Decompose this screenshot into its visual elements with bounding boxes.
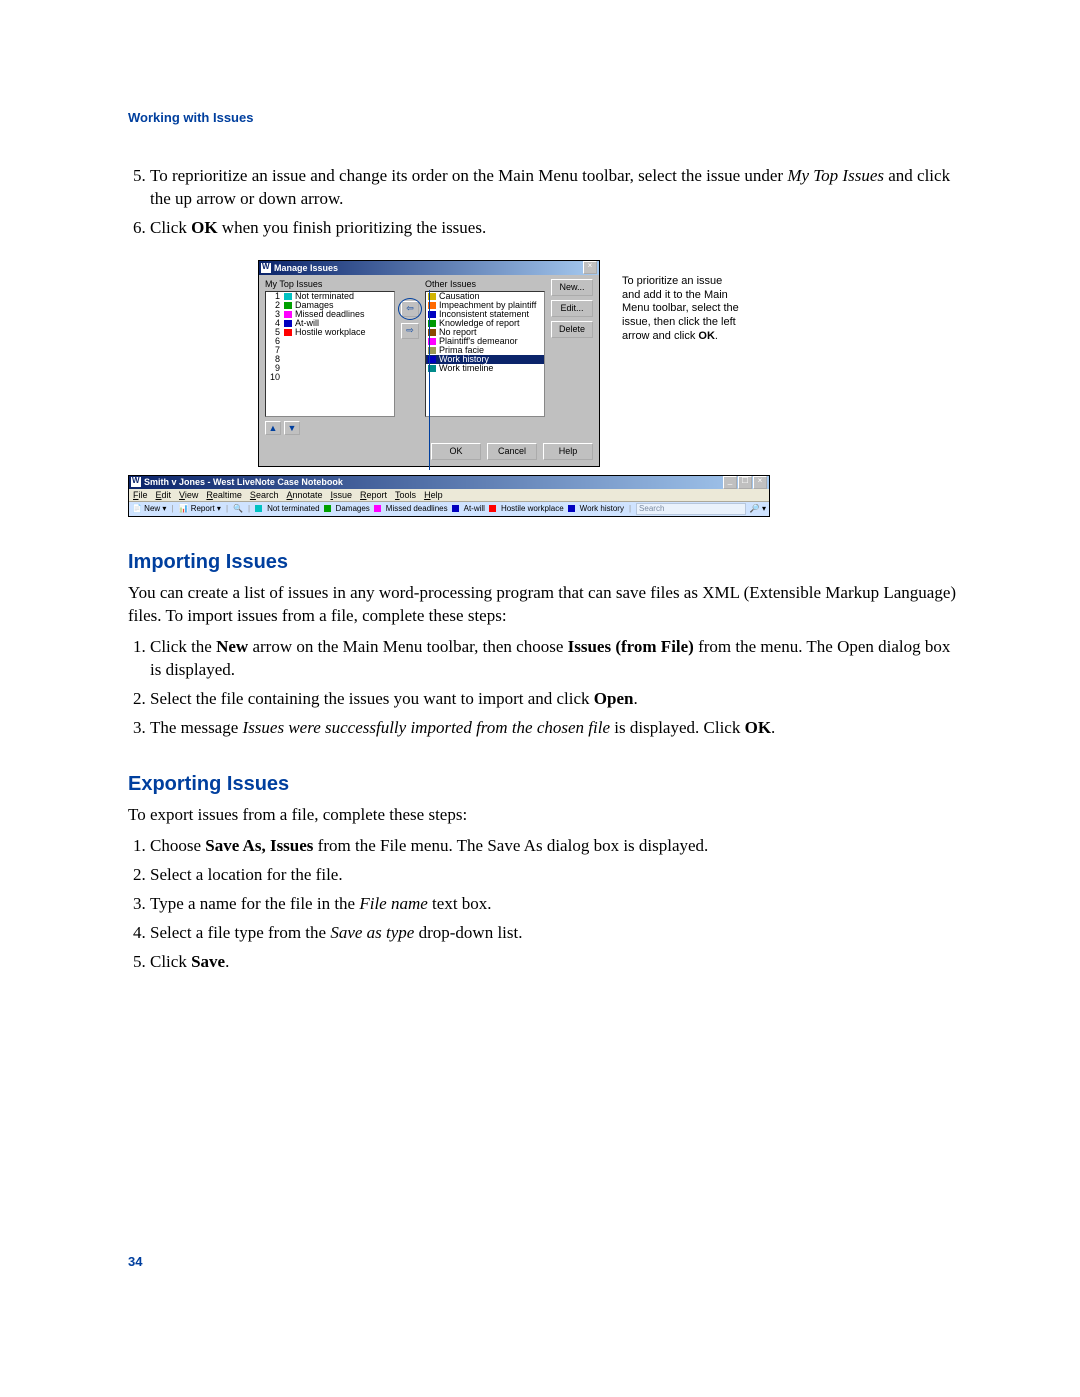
- menu-item[interactable]: Help: [424, 490, 443, 500]
- new-dropdown[interactable]: 📄 New ▾: [132, 504, 166, 513]
- menu-item[interactable]: File: [133, 490, 148, 500]
- steps-reprioritize: To reprioritize an issue and change its …: [128, 165, 960, 240]
- list-item[interactable]: Work timeline: [426, 364, 544, 373]
- step-item: Select a location for the file.: [150, 864, 960, 887]
- step-item: The message Issues were successfully imp…: [150, 717, 960, 740]
- section-header: Working with Issues: [128, 110, 960, 125]
- mainwin-titlebar[interactable]: Smith v Jones - West LiveNote Case Noteb…: [129, 476, 769, 489]
- list-item[interactable]: 6: [266, 337, 394, 346]
- report-dropdown[interactable]: 📊 Report ▾: [179, 504, 221, 513]
- issue-pill[interactable]: Not terminated: [255, 504, 319, 513]
- step-5: To reprioritize an issue and change its …: [150, 165, 960, 211]
- issue-pill[interactable]: Hostile workplace: [489, 504, 564, 513]
- exporting-intro: To export issues from a file, complete t…: [128, 804, 960, 827]
- mytop-listbox[interactable]: 1Not terminated2Damages3Missed deadlines…: [265, 291, 395, 417]
- dialog-titlebar[interactable]: Manage Issues ×: [259, 261, 599, 275]
- step-item: Click Save.: [150, 951, 960, 974]
- importing-steps: Click the New arrow on the Main Menu too…: [128, 636, 960, 740]
- list-item[interactable]: 5Hostile workplace: [266, 328, 394, 337]
- move-up-button[interactable]: ▲: [265, 421, 281, 435]
- main-toolbar[interactable]: 📄 New ▾|📊 Report ▾|🔍|Not terminatedDamag…: [129, 502, 769, 516]
- issue-pill[interactable]: At-will: [452, 504, 485, 513]
- list-item[interactable]: 7: [266, 346, 394, 355]
- callout-circle: ⇦: [399, 299, 421, 319]
- main-window: Smith v Jones - West LiveNote Case Noteb…: [128, 475, 770, 517]
- find-icon[interactable]: 🔍: [233, 504, 243, 513]
- list-item[interactable]: 9: [266, 364, 394, 373]
- figure-caption: To prioritize an issue and add it to the…: [622, 275, 742, 344]
- menu-item[interactable]: Annotate: [286, 490, 322, 500]
- app-icon: [261, 263, 271, 273]
- step-6: Click OK when you finish prioritizing th…: [150, 217, 960, 240]
- importing-heading: Importing Issues: [128, 551, 960, 574]
- mytop-label: My Top Issues: [265, 279, 395, 289]
- close-icon[interactable]: ×: [583, 261, 597, 274]
- other-listbox[interactable]: CausationImpeachment by plaintiffInconsi…: [425, 291, 545, 417]
- move-left-button[interactable]: ⇦: [401, 301, 419, 317]
- move-right-button[interactable]: ⇨: [401, 323, 419, 339]
- close-icon[interactable]: ×: [753, 476, 767, 489]
- menu-item[interactable]: View: [179, 490, 198, 500]
- mainwin-title: Smith v Jones - West LiveNote Case Noteb…: [144, 477, 722, 487]
- menu-item[interactable]: Realtime: [206, 490, 242, 500]
- step-item: Type a name for the file in the File nam…: [150, 893, 960, 916]
- dialog-title: Manage Issues: [274, 263, 582, 273]
- issue-pill[interactable]: Work history: [568, 504, 624, 513]
- menu-bar[interactable]: File Edit View Realtime Search Annotate Issue R…: [129, 489, 769, 502]
- edit-button[interactable]: Edit...: [551, 300, 593, 317]
- cancel-button[interactable]: Cancel: [487, 443, 537, 460]
- search-icon[interactable]: 🔎 ▾: [750, 504, 766, 513]
- menu-item[interactable]: Tools: [395, 490, 416, 500]
- callout-line: [429, 290, 430, 470]
- minimize-icon[interactable]: _: [723, 476, 737, 489]
- help-button[interactable]: Help: [543, 443, 593, 460]
- importing-intro: You can create a list of issues in any w…: [128, 582, 960, 628]
- page-number: 34: [128, 1254, 960, 1269]
- step-item: Click the New arrow on the Main Menu too…: [150, 636, 960, 682]
- step-item: Select the file containing the issues yo…: [150, 688, 960, 711]
- exporting-steps: Choose Save As, Issues from the File men…: [128, 835, 960, 974]
- other-label: Other Issues: [425, 279, 545, 289]
- step-item: Select a file type from the Save as type…: [150, 922, 960, 945]
- search-input[interactable]: Search: [636, 503, 746, 515]
- issue-pill[interactable]: Missed deadlines: [374, 504, 448, 513]
- app-icon: [131, 477, 141, 487]
- delete-button[interactable]: Delete: [551, 321, 593, 338]
- new-button[interactable]: New...: [551, 279, 593, 296]
- ok-button[interactable]: OK: [431, 443, 481, 460]
- menu-item[interactable]: Issue: [331, 490, 353, 500]
- list-item[interactable]: 3Missed deadlines: [266, 310, 394, 319]
- list-item[interactable]: 8: [266, 355, 394, 364]
- list-item[interactable]: 10: [266, 373, 394, 382]
- maximize-icon[interactable]: ☐: [738, 476, 752, 489]
- move-down-button[interactable]: ▼: [284, 421, 300, 435]
- menu-item[interactable]: Edit: [156, 490, 172, 500]
- issue-pill[interactable]: Damages: [324, 504, 370, 513]
- menu-item[interactable]: Report: [360, 490, 387, 500]
- step-item: Choose Save As, Issues from the File men…: [150, 835, 960, 858]
- menu-item[interactable]: Search: [250, 490, 279, 500]
- exporting-heading: Exporting Issues: [128, 773, 960, 796]
- figure-manage-issues: To prioritize an issue and add it to the…: [128, 260, 960, 517]
